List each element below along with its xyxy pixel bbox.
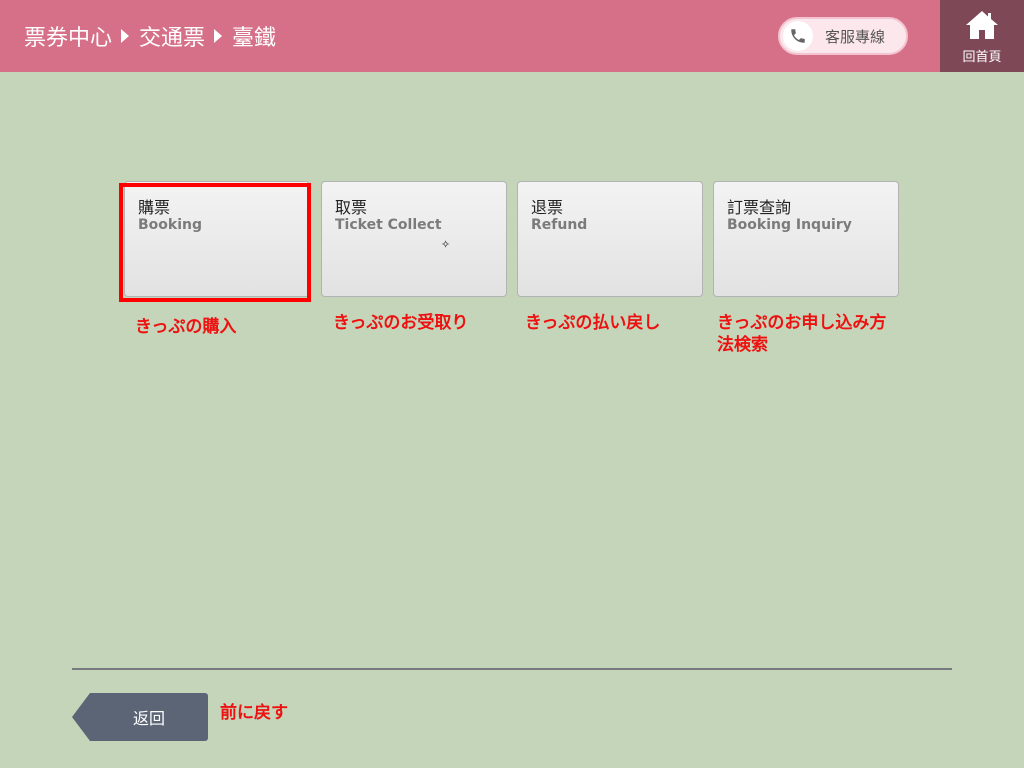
annotation-ticket-collect: きっぷのお受取り	[333, 313, 469, 333]
tile-subtitle: Refund	[531, 217, 588, 233]
breadcrumb: 票券中心 交通票 臺鐵	[24, 0, 276, 72]
cursor-icon: ✧	[441, 238, 451, 251]
tile-title: 取票	[335, 198, 368, 217]
chevron-right-icon	[214, 29, 223, 43]
breadcrumb-item-tra: 臺鐵	[232, 26, 277, 51]
breadcrumb-item-transport[interactable]: 交通票	[139, 20, 205, 52]
annotation-refund: きっぷの払い戻し	[525, 313, 661, 333]
tile-title: 退票	[531, 198, 564, 217]
refund-tile[interactable]: 退票 Refund	[517, 181, 703, 297]
annotation-back: 前に戻す	[220, 703, 288, 723]
customer-service-label: 客服專線	[825, 27, 886, 46]
annotation-booking: きっぷの購入	[135, 317, 237, 337]
top-bar: 票券中心 交通票 臺鐵 客服專線 回首頁	[0, 0, 1024, 72]
phone-icon	[783, 21, 813, 51]
tile-subtitle: Booking Inquiry	[727, 217, 852, 233]
home-label: 回首頁	[962, 50, 1002, 65]
ticket-collect-tile[interactable]: 取票 Ticket Collect	[321, 181, 507, 297]
tile-subtitle: Ticket Collect	[335, 217, 442, 233]
back-button-label: 返回	[132, 709, 165, 728]
customer-service-button[interactable]: 客服專線	[778, 17, 908, 55]
home-icon	[965, 10, 999, 44]
annotation-booking-inquiry: きっぷのお申し込み方 法検索	[717, 313, 887, 355]
selection-highlight	[119, 183, 311, 302]
home-button[interactable]: 回首頁	[940, 0, 1024, 72]
footer-divider	[72, 668, 952, 670]
chevron-right-icon	[121, 29, 130, 43]
breadcrumb-item-ticket-center[interactable]: 票券中心	[24, 20, 112, 52]
back-button[interactable]: 返回	[72, 693, 208, 741]
booking-inquiry-tile[interactable]: 訂票查詢 Booking Inquiry	[713, 181, 899, 297]
tile-title: 訂票查詢	[727, 198, 792, 217]
